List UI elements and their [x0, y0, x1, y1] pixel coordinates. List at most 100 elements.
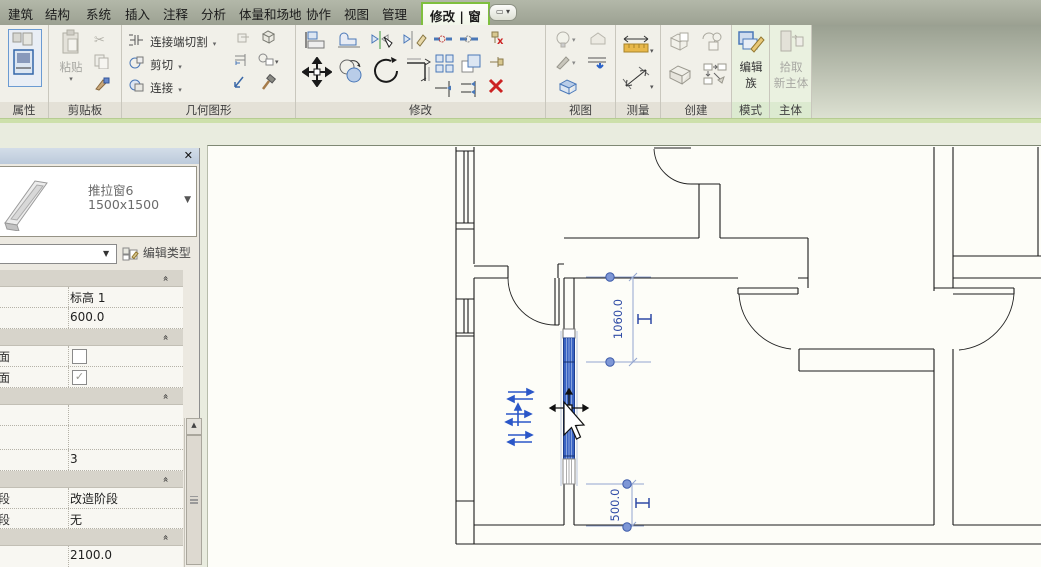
mirror-pick-axis-icon[interactable]	[368, 29, 396, 55]
parts-arrows-icon[interactable]	[701, 61, 729, 91]
section-header[interactable]: 件»	[0, 270, 183, 287]
panel-properties: 属性	[0, 25, 49, 118]
cope-button[interactable]: 连接端切割 ▾	[128, 31, 216, 51]
wall-sweep-icon[interactable]	[235, 30, 251, 49]
beam-join-icon[interactable]	[232, 74, 248, 94]
cut-profile-icon[interactable]	[586, 53, 610, 75]
tab-manage[interactable]: 管理	[382, 4, 407, 23]
similar-box-icon[interactable]	[667, 30, 693, 58]
trim-extend-single-icon[interactable]	[432, 79, 454, 101]
match-type-properties-icon[interactable]	[93, 75, 111, 97]
filter-combobox[interactable]: ▼	[0, 244, 117, 264]
edit-family-button[interactable]: 编辑 族	[735, 29, 767, 91]
delete-icon[interactable]	[486, 77, 506, 99]
palette-scrollbar[interactable]: ▲	[184, 418, 200, 567]
wall-joins-icon[interactable]	[232, 52, 250, 71]
panel-label-properties[interactable]: 属性	[0, 102, 48, 118]
dimension-drag-handles[interactable]	[636, 314, 651, 508]
property-row-plane-checked[interactable]: 平面 ✓	[0, 367, 183, 388]
property-row-phase-demolished[interactable]: 阶段无	[0, 509, 183, 529]
cut-icon[interactable]: ✂	[93, 31, 111, 51]
array-icon[interactable]	[434, 53, 456, 77]
group-gear-icon[interactable]	[699, 30, 727, 58]
section-header[interactable]: 据»	[0, 388, 183, 405]
tab-collaborate[interactable]: 协作	[306, 4, 331, 23]
assembly-stack-icon[interactable]	[666, 61, 696, 91]
checkbox-checked[interactable]: ✓	[72, 370, 87, 385]
flip-control-arrows[interactable]	[506, 389, 533, 445]
flip-hand-icon[interactable]	[506, 404, 531, 426]
linework-brush-icon[interactable]: ▾	[554, 53, 580, 75]
drawing-area[interactable]: 1060.0 500.0	[207, 145, 1041, 567]
pin-icon[interactable]	[486, 53, 506, 75]
panel-label-mode[interactable]: 模式	[732, 102, 769, 118]
rotate-icon[interactable]	[370, 55, 402, 91]
split-element-icon[interactable]	[432, 31, 454, 50]
palette-title-bar[interactable]: ✕	[0, 148, 199, 164]
close-icon[interactable]: ✕	[184, 149, 193, 162]
tab-view[interactable]: 视图	[344, 4, 369, 23]
dimension-value-top[interactable]: 1060.0	[611, 299, 625, 339]
tab-insert[interactable]: 插入	[125, 4, 150, 23]
copy-icon[interactable]	[93, 53, 111, 73]
property-row-plane-unchecked[interactable]: 平面	[0, 346, 183, 367]
unpin-icon[interactable]: x	[486, 29, 506, 51]
unjoin-icon[interactable]: ▾	[257, 52, 281, 71]
copy-elements-icon[interactable]	[336, 57, 366, 89]
panel-label-measure[interactable]: 测量	[616, 102, 660, 118]
cut-geometry-button[interactable]: 剪切 ▾	[128, 54, 182, 74]
edit-type-button[interactable]: 编辑类型	[122, 244, 191, 262]
property-row-mark[interactable]: 3	[0, 450, 183, 471]
pick-new-host-button[interactable]: 拾取 新主体	[772, 29, 810, 91]
panel-label-view[interactable]: 视图	[546, 102, 615, 118]
scrollbar-up-arrow[interactable]: ▲	[186, 418, 202, 435]
properties-button[interactable]	[8, 29, 42, 87]
scale-icon[interactable]	[460, 53, 482, 77]
tab-massing-site[interactable]: 体量和场地	[239, 4, 302, 23]
lightbulb-icon[interactable]: ▾	[554, 30, 580, 52]
type-selector-dropdown-icon[interactable]: ▼	[184, 195, 191, 205]
mirror-draw-axis-icon[interactable]	[400, 29, 428, 55]
property-row-level[interactable]: 标高 1	[0, 287, 183, 308]
split-with-gap-icon[interactable]	[458, 31, 480, 50]
ribbon-state-toggle-button[interactable]: ▭ ▾	[489, 4, 517, 21]
selection-box-icon[interactable]	[556, 77, 580, 99]
tab-structure[interactable]: 结构	[45, 4, 70, 23]
section-header[interactable]: »	[0, 329, 183, 346]
property-row-empty[interactable]	[0, 405, 183, 426]
join-geometry-button[interactable]: 连接 ▾	[128, 77, 182, 97]
house-gray-icon[interactable]	[588, 30, 608, 50]
tab-analyze[interactable]: 分析	[201, 4, 226, 23]
property-row-sill-height[interactable]: 600.0	[0, 308, 183, 329]
panel-label-host[interactable]: 主体	[770, 102, 811, 118]
trim-extend-multiple-icon[interactable]	[458, 79, 480, 101]
tab-annotate[interactable]: 注释	[163, 4, 188, 23]
property-row-height[interactable]: 度2100.0	[0, 546, 183, 567]
tab-architecture[interactable]: 建筑	[8, 4, 33, 23]
flip-facing-icon[interactable]	[508, 389, 533, 402]
ribbon: 属性 粘贴 ▾ ✂	[0, 25, 812, 118]
aligned-dimension-icon[interactable]: ▾	[621, 65, 657, 95]
paste-button[interactable]: 粘贴 ▾	[56, 29, 86, 97]
section-header-phasing[interactable]: »	[0, 471, 183, 488]
trim-extend-corner-icon[interactable]	[404, 55, 434, 89]
solid-box-icon[interactable]	[259, 29, 277, 49]
dimension-value-bottom[interactable]: 500.0	[608, 489, 622, 522]
offset-icon[interactable]	[336, 29, 362, 55]
panel-label-modify[interactable]: 修改	[296, 102, 545, 118]
panel-label-create[interactable]: 创建	[661, 102, 731, 118]
panel-label-clipboard[interactable]: 剪贴板	[49, 102, 121, 118]
move-icon[interactable]	[302, 57, 332, 91]
tab-systems[interactable]: 系统	[86, 4, 111, 23]
demolish-hammer-icon[interactable]	[259, 74, 277, 96]
property-row-empty[interactable]	[0, 426, 183, 450]
property-row-phase-created[interactable]: 阶段改造阶段	[0, 488, 183, 509]
section-header[interactable]: »	[0, 529, 183, 546]
panel-label-geometry[interactable]: 几何图形	[122, 102, 295, 118]
type-selector[interactable]: 推拉窗6 1500x1500 ▼	[0, 166, 197, 237]
align-icon[interactable]	[304, 30, 328, 54]
checkbox-unchecked[interactable]	[72, 349, 87, 364]
scrollbar-thumb[interactable]	[186, 435, 202, 565]
measure-ruler-icon[interactable]: ▾	[621, 31, 657, 61]
flip-arrow-lower-icon[interactable]	[508, 432, 532, 445]
